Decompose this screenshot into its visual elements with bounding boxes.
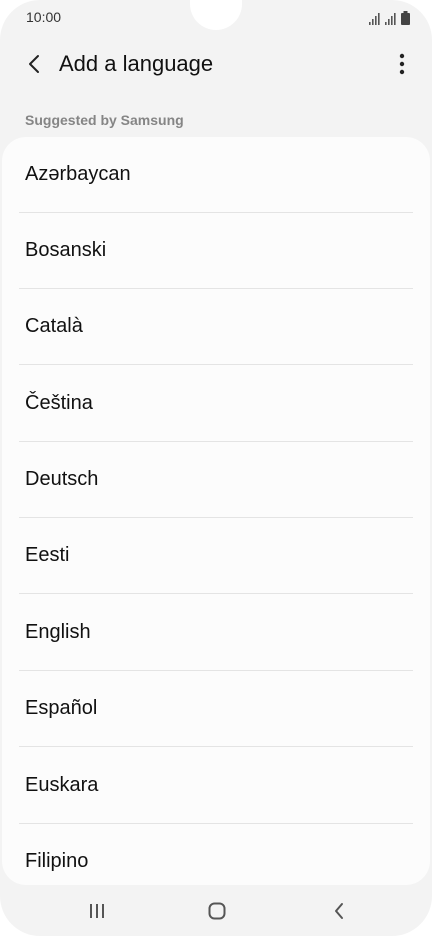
language-item-euskara[interactable]: Euskara [2, 748, 430, 824]
status-icons [369, 9, 410, 25]
app-bar: Add a language [0, 40, 432, 88]
status-bar: 10:00 [0, 0, 432, 34]
battery-icon [401, 11, 410, 25]
more-options-button[interactable] [392, 50, 412, 78]
chevron-left-icon [29, 55, 39, 73]
language-label: Filipino [25, 850, 89, 872]
language-item-filipino[interactable]: Filipino [2, 824, 430, 885]
language-item-catala[interactable]: Català [2, 289, 430, 365]
language-label: Euskara [25, 774, 99, 796]
language-item-eesti[interactable]: Eesti [2, 518, 430, 594]
language-label: Español [25, 697, 98, 719]
language-list: Azərbaycan Bosanski Català Čeština Deuts… [2, 137, 430, 885]
section-header: Suggested by Samsung [25, 112, 184, 128]
language-label: Català [25, 315, 83, 337]
recent-apps-button[interactable] [82, 898, 112, 924]
divider [19, 364, 413, 365]
language-label: Deutsch [25, 468, 99, 490]
navigation-bar [0, 886, 432, 936]
language-item-cestina[interactable]: Čeština [2, 366, 430, 442]
language-label: Eesti [25, 544, 70, 566]
signal-icon [369, 13, 380, 25]
language-item-azerbaycan[interactable]: Azərbaycan [2, 137, 430, 213]
status-time: 10:00 [26, 9, 62, 25]
language-item-english[interactable]: English [2, 595, 430, 671]
page-title: Add a language [59, 51, 214, 76]
home-button[interactable] [202, 898, 232, 924]
nav-back-button[interactable] [324, 898, 354, 924]
recent-apps-icon [90, 904, 104, 918]
camera-notch [190, 0, 242, 30]
language-label: Čeština [25, 392, 93, 414]
language-label: Azərbaycan [25, 163, 131, 185]
language-item-bosanski[interactable]: Bosanski [2, 213, 430, 289]
divider [19, 746, 413, 747]
language-item-espanol[interactable]: Español [2, 671, 430, 747]
home-icon [208, 902, 226, 920]
more-vertical-icon [399, 53, 405, 75]
language-label: Bosanski [25, 239, 107, 261]
back-icon [335, 903, 343, 919]
phone-screen: 10:00 Add a language Suggested by Samsun… [0, 0, 432, 936]
language-label: English [25, 621, 91, 643]
signal-icon [385, 13, 396, 25]
back-button[interactable] [20, 50, 48, 78]
divider [19, 593, 413, 594]
language-item-deutsch[interactable]: Deutsch [2, 442, 430, 518]
